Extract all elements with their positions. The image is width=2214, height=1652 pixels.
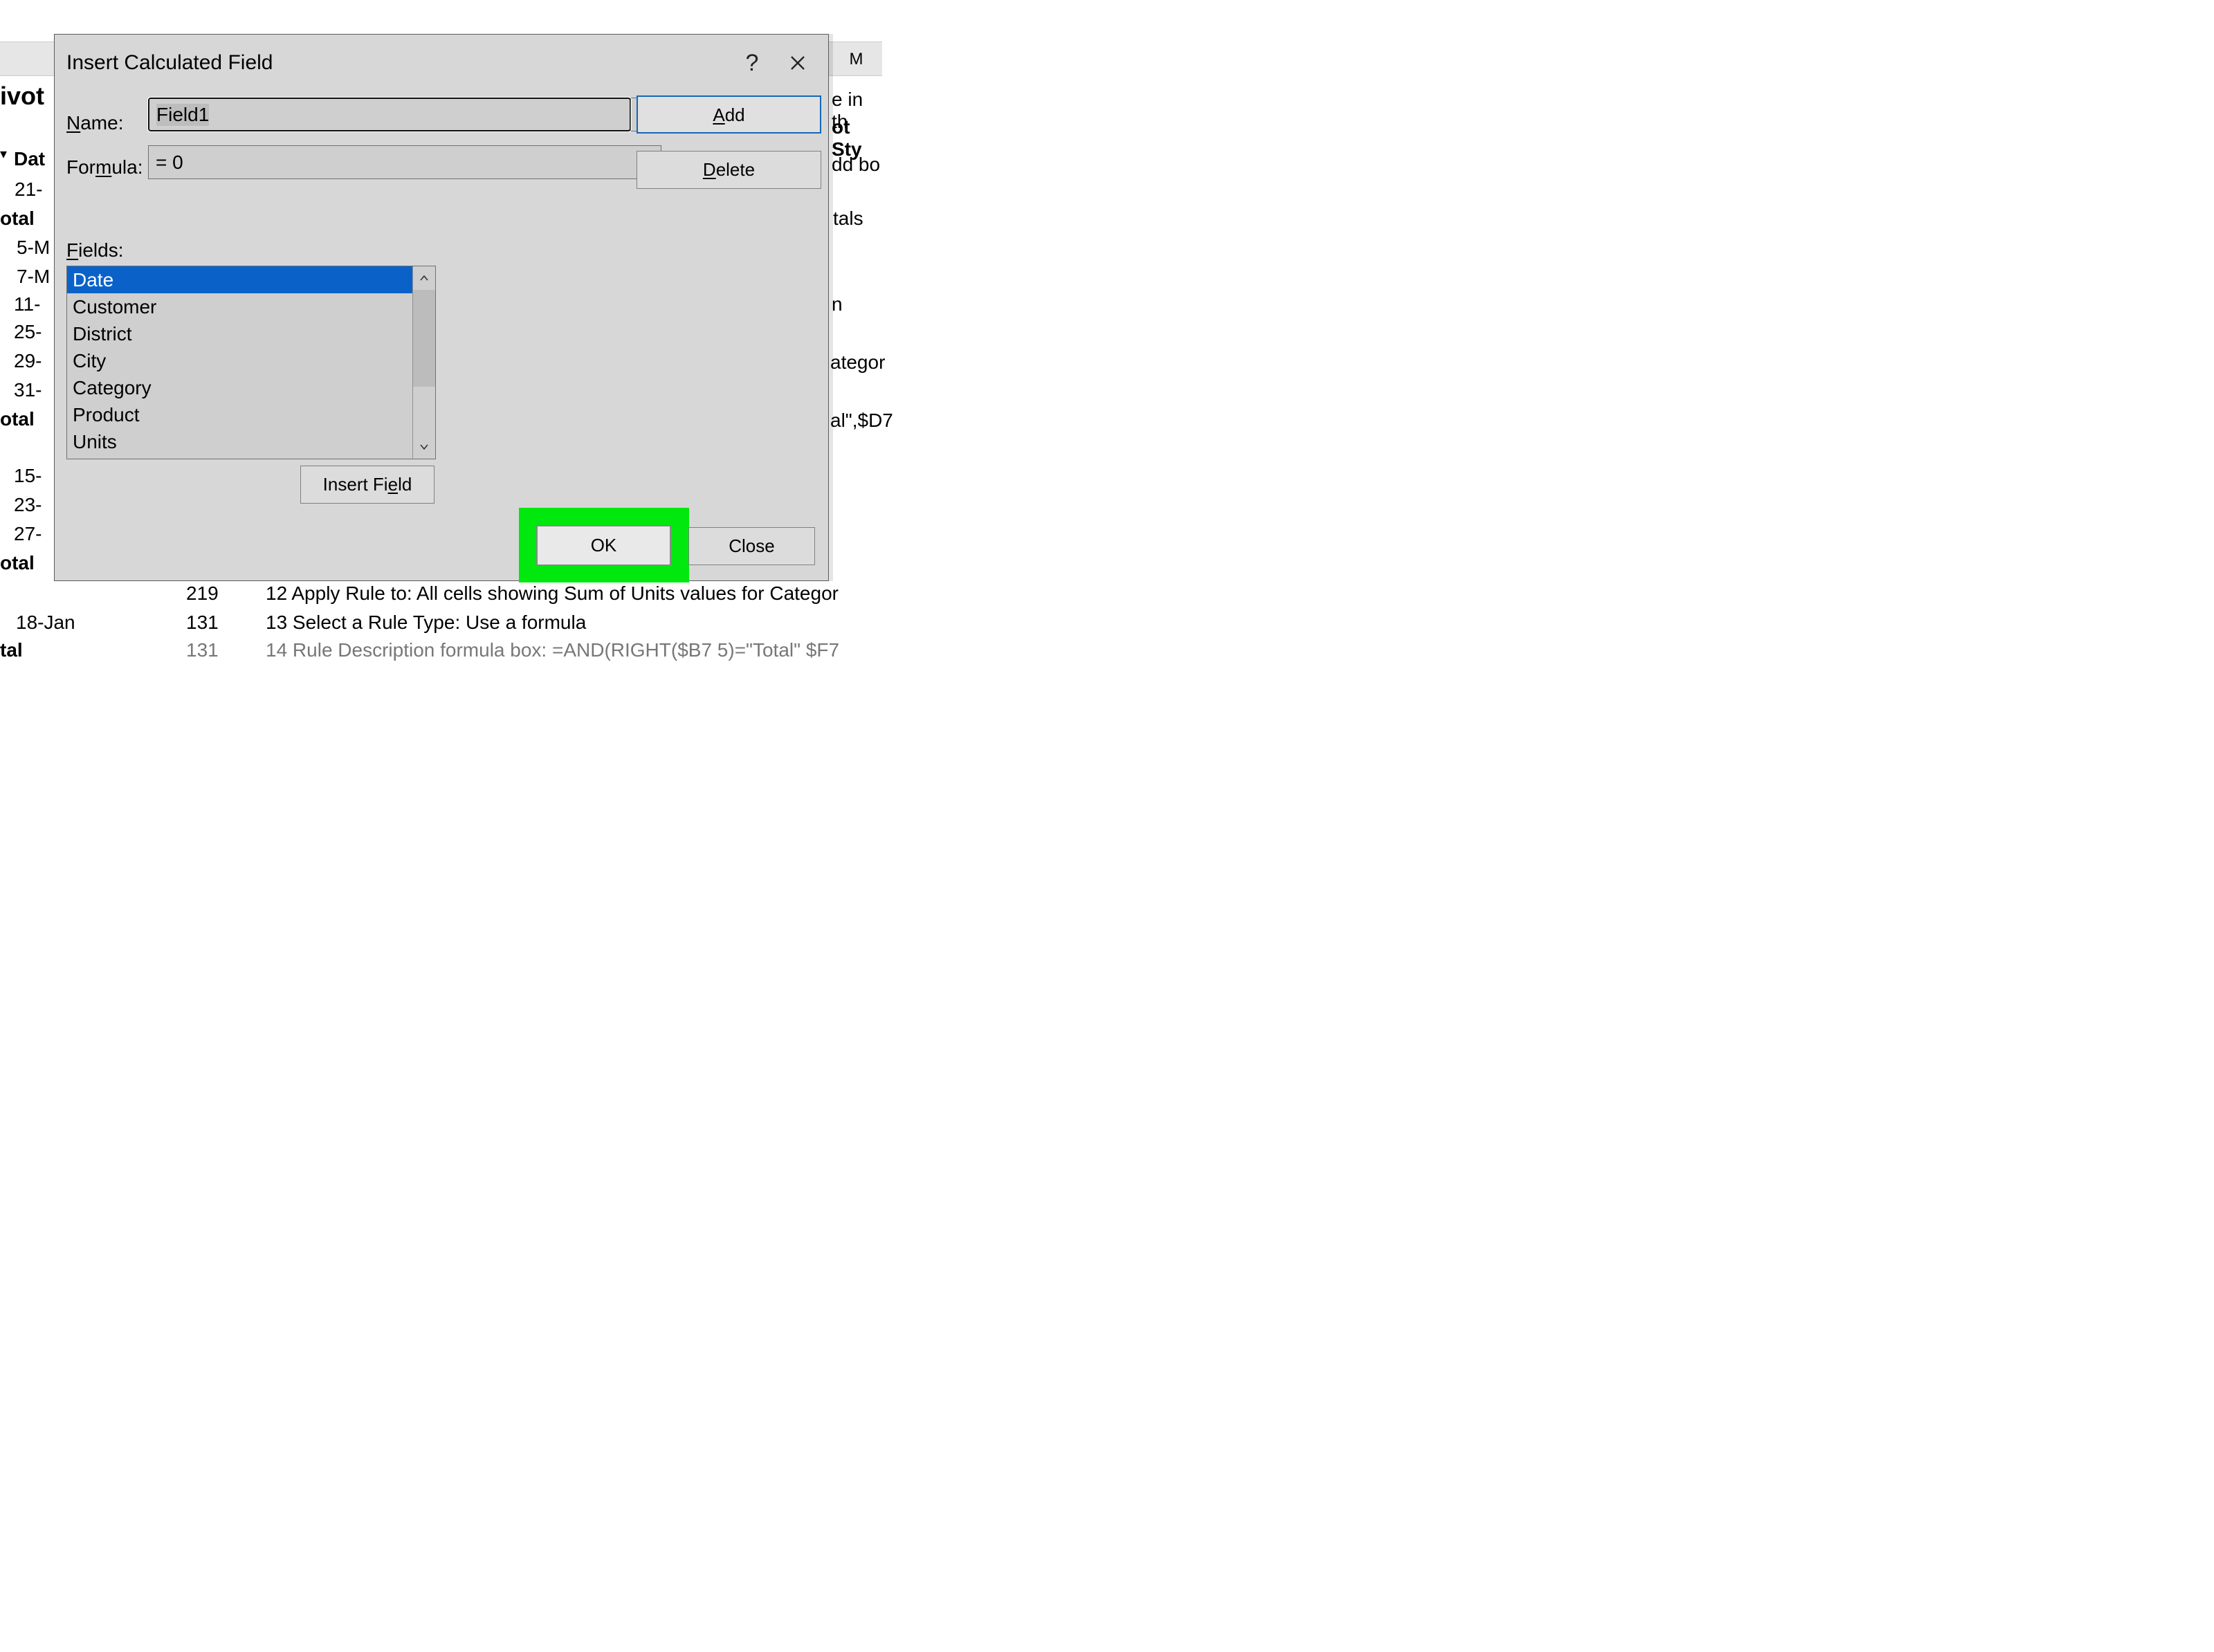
field-item[interactable]: Price: [67, 455, 412, 459]
column-header-m[interactable]: M: [830, 42, 882, 76]
field-item[interactable]: Units: [67, 428, 412, 455]
cell[interactable]: 131: [186, 639, 219, 661]
field-item[interactable]: Date: [67, 266, 412, 293]
text-fragment: al",$D7: [830, 410, 893, 432]
subtotal-label: otal: [0, 208, 35, 230]
insert-calculated-field-dialog: Insert Calculated Field ? Name: Formula:…: [54, 34, 829, 581]
field-item[interactable]: Category: [67, 374, 412, 401]
scroll-thumb[interactable]: [413, 290, 435, 387]
fields-label: Fields:: [66, 239, 123, 261]
ok-button[interactable]: OK: [536, 525, 671, 566]
dialog-title: Insert Calculated Field: [66, 51, 273, 75]
insert-field-button[interactable]: Insert Field: [300, 466, 434, 504]
fields-listbox: Date Customer District City Category Pro…: [66, 266, 436, 459]
field-item[interactable]: Product: [67, 401, 412, 428]
field-item[interactable]: City: [67, 347, 412, 374]
cell[interactable]: 11-: [14, 293, 40, 315]
cell[interactable]: 27-: [14, 523, 42, 545]
field-item[interactable]: District: [67, 320, 412, 347]
delete-button[interactable]: Delete: [637, 151, 821, 189]
header-col2: Dat: [14, 148, 45, 170]
formula-input[interactable]: [148, 145, 661, 179]
chevron-up-icon: [420, 275, 428, 281]
fields-scrollbar[interactable]: [412, 266, 435, 459]
field-item[interactable]: Customer: [67, 293, 412, 320]
cell[interactable]: 25-: [14, 321, 42, 343]
cell[interactable]: 131: [186, 612, 219, 634]
filter-dropdown-icon[interactable]: ▾: [0, 145, 7, 163]
cell[interactable]: 7-M: [17, 266, 50, 288]
chevron-down-icon: [420, 444, 428, 450]
close-icon[interactable]: [780, 45, 816, 81]
text-fragment: tals: [833, 208, 863, 230]
fields-list[interactable]: Date Customer District City Category Pro…: [67, 266, 412, 459]
cell[interactable]: 21-: [15, 178, 42, 201]
scroll-down-button[interactable]: [413, 435, 435, 459]
name-label: Name:: [66, 112, 123, 134]
cell[interactable]: 5-M: [17, 237, 50, 259]
cell[interactable]: 13 Select a Rule Type: Use a formula: [266, 612, 586, 634]
cell[interactable]: 31-: [14, 379, 42, 401]
dialog-titlebar: Insert Calculated Field ?: [55, 35, 828, 76]
text-fragment: n: [832, 293, 843, 315]
cell[interactable]: 15-: [14, 465, 42, 487]
add-button[interactable]: Add: [637, 95, 821, 134]
cell[interactable]: 23-: [14, 494, 42, 516]
name-input[interactable]: [149, 98, 630, 131]
title-fragment: ivot: [0, 82, 44, 111]
cell[interactable]: 18-Jan: [16, 612, 75, 634]
scroll-up-button[interactable]: [413, 266, 435, 290]
close-button[interactable]: Close: [688, 527, 815, 565]
text-fragment: ategor: [830, 351, 885, 374]
cell[interactable]: 14 Rule Description formula box: =AND(RI…: [266, 639, 839, 661]
name-combo: [148, 98, 661, 131]
subtotal-label: otal: [0, 408, 35, 430]
scroll-track[interactable]: [413, 290, 435, 435]
cell[interactable]: 12 Apply Rule to: All cells showing Sum …: [266, 582, 839, 605]
cell[interactable]: 29-: [14, 350, 42, 372]
subtotal-label: tal: [0, 639, 23, 661]
subtotal-label: otal: [0, 552, 35, 574]
text-fragment: dd bo: [832, 154, 880, 176]
help-button[interactable]: ?: [734, 45, 770, 81]
cell[interactable]: 219: [186, 582, 219, 605]
formula-label: Formula:: [66, 156, 143, 178]
